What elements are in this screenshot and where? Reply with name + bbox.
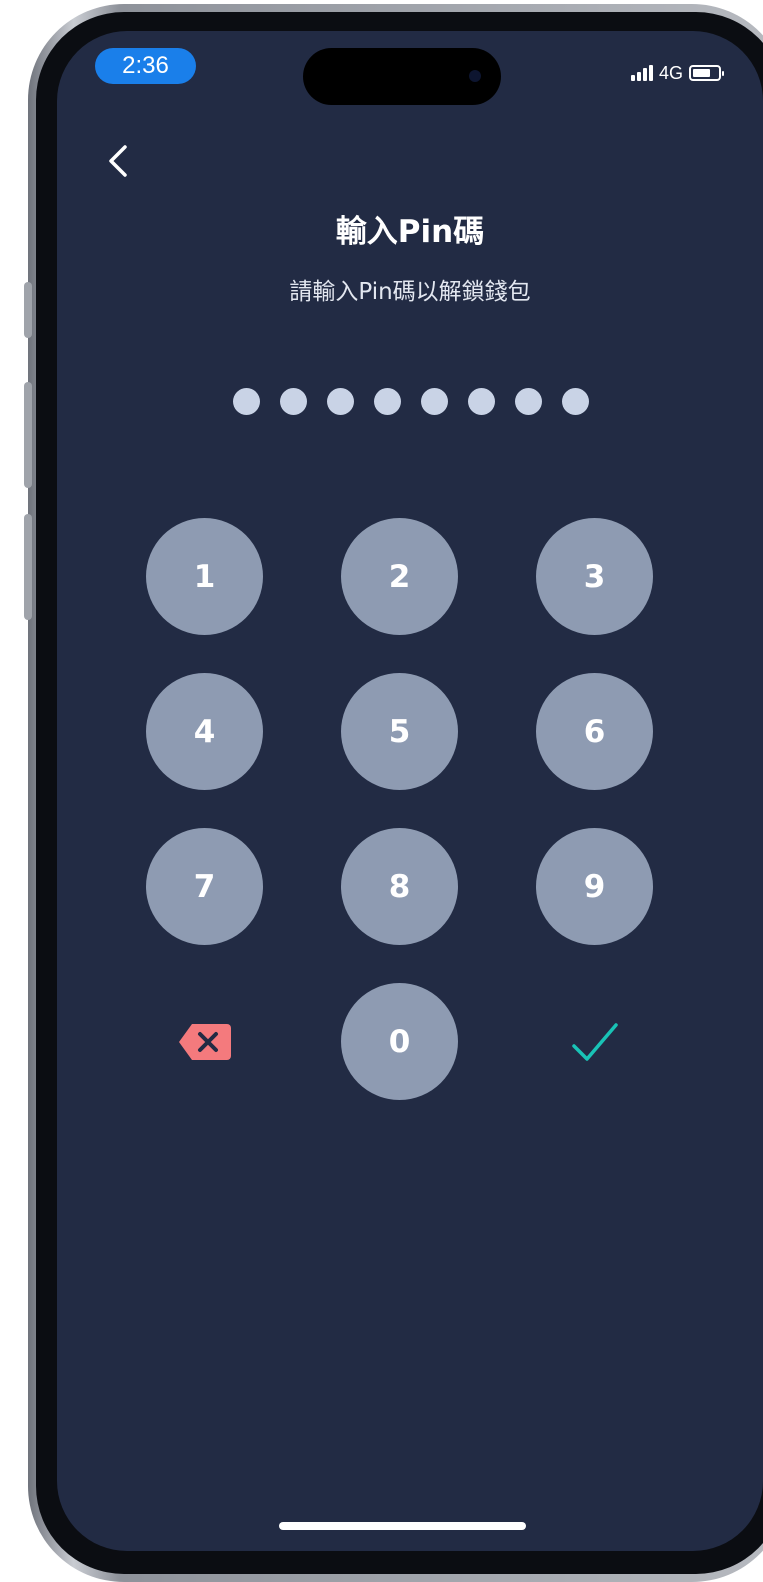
back-button[interactable] — [97, 139, 141, 183]
page-title: 輸入Pin碼 — [335, 214, 485, 250]
key-0[interactable]: 0 — [341, 983, 458, 1100]
pin-indicator — [57, 388, 763, 415]
chevron-left-icon — [109, 145, 127, 177]
key-2[interactable]: 2 — [341, 518, 458, 635]
pin-dot — [233, 388, 260, 415]
volume-down-button — [24, 514, 32, 620]
pin-dot — [421, 388, 448, 415]
key-1[interactable]: 1 — [146, 518, 263, 635]
battery-icon — [689, 65, 724, 81]
key-7[interactable]: 7 — [146, 828, 263, 945]
pin-dot — [327, 388, 354, 415]
key-3[interactable]: 3 — [536, 518, 653, 635]
checkmark-icon — [571, 1022, 618, 1061]
pin-dot — [374, 388, 401, 415]
pin-dot — [280, 388, 307, 415]
page-subtitle: 請輸入Pin碼以解鎖錢包 — [289, 279, 531, 305]
backspace-icon — [178, 1023, 231, 1060]
status-time: 2:36 — [95, 48, 196, 84]
status-indicators: 4G — [630, 61, 724, 85]
key-6[interactable]: 6 — [536, 673, 653, 790]
pin-dot — [562, 388, 589, 415]
confirm-button[interactable] — [536, 983, 653, 1100]
pin-dot — [468, 388, 495, 415]
dynamic-island — [303, 48, 501, 105]
camera-icon — [469, 70, 481, 82]
battery-level — [693, 69, 710, 77]
screen: 2:36 4G 輸入Pin碼 請輸入Pin碼以解鎖錢包 1 2 3 4 5 6 … — [57, 31, 763, 1551]
mute-switch — [24, 282, 32, 338]
key-5[interactable]: 5 — [341, 673, 458, 790]
delete-button[interactable] — [146, 983, 263, 1100]
key-9[interactable]: 9 — [536, 828, 653, 945]
keypad: 1 2 3 4 5 6 7 8 9 0 — [146, 518, 653, 1100]
key-8[interactable]: 8 — [341, 828, 458, 945]
key-4[interactable]: 4 — [146, 673, 263, 790]
home-indicator[interactable] — [279, 1522, 526, 1530]
network-label: 4G — [658, 63, 683, 83]
pin-dot — [515, 388, 542, 415]
volume-up-button — [24, 382, 32, 488]
cellular-signal-icon — [630, 65, 653, 81]
